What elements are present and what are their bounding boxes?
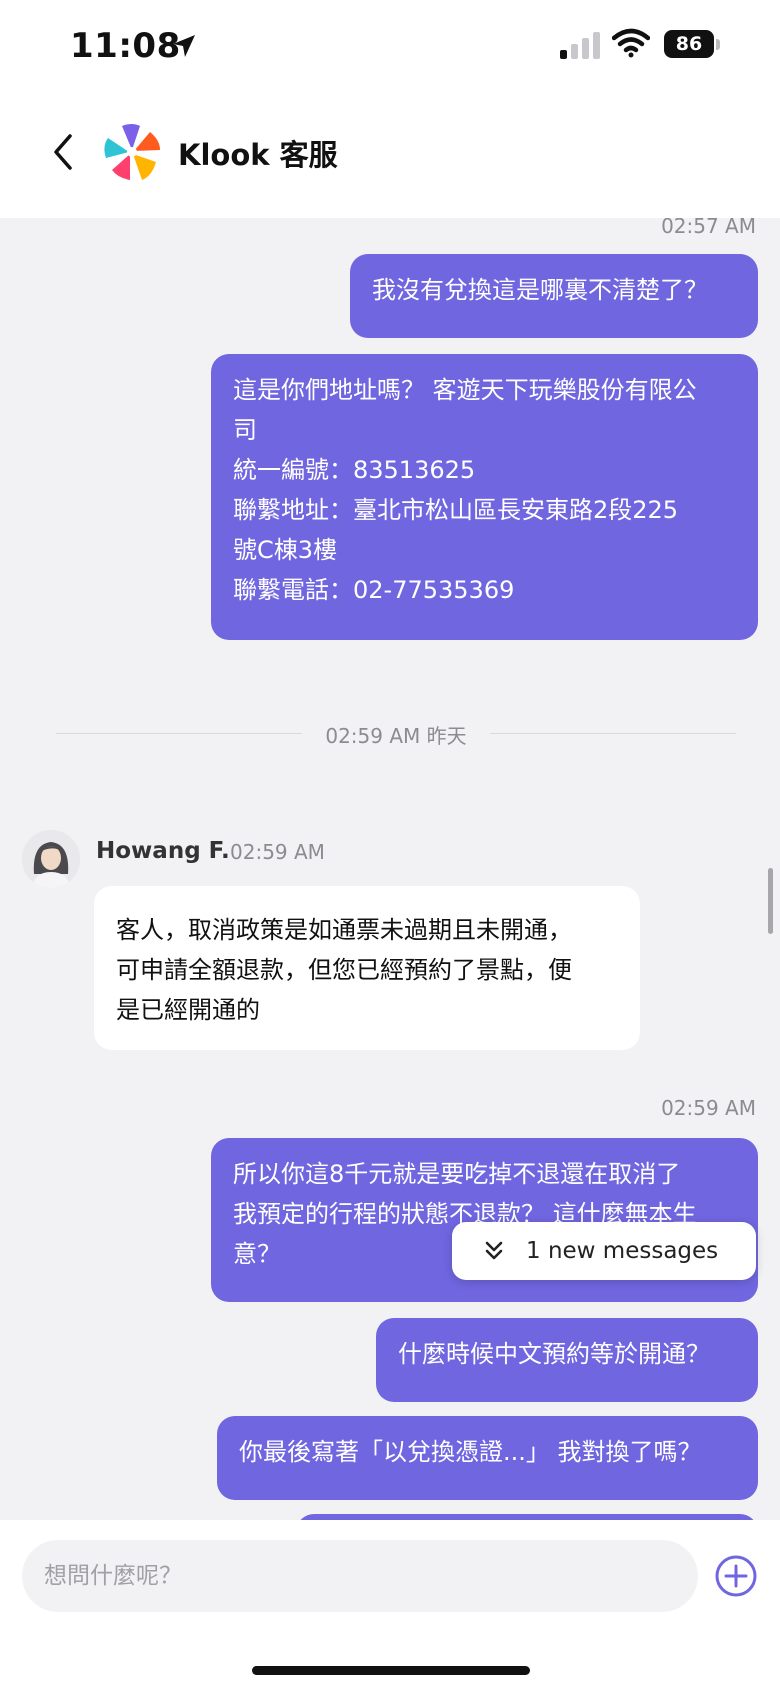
wifi-icon xyxy=(612,28,650,58)
new-messages-button[interactable]: 1 new messages xyxy=(452,1222,756,1280)
chat-messages[interactable]: 02:57 AM 我沒有兌換這是哪裏不清楚了？ 這是你們地址嗎？ 客遊天下玩樂股… xyxy=(0,218,780,1520)
user-message[interactable]: 這是你們地址嗎？ 客遊天下玩樂股份有限公 司 統一編號：83513625 聯繫地… xyxy=(211,354,758,640)
agent-avatar-icon xyxy=(22,830,80,888)
agent-name: Howang F. xyxy=(96,838,230,864)
message-timestamp: 02:59 AM xyxy=(661,1096,756,1120)
date-divider: 02:59 AM 昨天 xyxy=(56,718,736,748)
chat-header: Klook 客服 xyxy=(0,96,780,218)
klook-logo-icon xyxy=(104,124,160,180)
chat-title: Klook 客服 xyxy=(178,138,338,172)
date-divider-label: 02:59 AM 昨天 xyxy=(325,724,467,748)
home-indicator xyxy=(252,1666,530,1675)
message-input[interactable] xyxy=(22,1540,698,1612)
status-bar: 11:08 86 xyxy=(0,0,780,96)
composer xyxy=(0,1520,780,1687)
agent-message[interactable]: 客人，取消政策是如通票未過期且未開通， 可申請全額退款，但您已經預約了景點，便 … xyxy=(94,886,640,1050)
user-message[interactable]: 你最後寫著「以兌換憑證...」 我對換了嗎？ xyxy=(217,1416,758,1500)
avatar xyxy=(22,830,80,888)
status-time: 11:08 xyxy=(70,26,181,66)
plus-circle-icon[interactable] xyxy=(714,1554,758,1598)
battery-icon: 86 xyxy=(664,30,722,60)
location-arrow-icon xyxy=(173,35,195,57)
message-timestamp: 02:57 AM xyxy=(661,218,756,238)
battery-level: 86 xyxy=(664,30,714,58)
message-timestamp: 02:59 AM xyxy=(230,840,325,864)
user-message[interactable]: 我沒有兌換這是哪裏不清楚了？ xyxy=(350,254,758,338)
back-chevron-icon[interactable] xyxy=(48,132,78,172)
double-chevron-down-icon xyxy=(485,1241,503,1260)
scrollbar[interactable] xyxy=(768,868,773,934)
user-message[interactable]: 什麼時候中文預約等於開通？ xyxy=(376,1318,758,1402)
signal-icon xyxy=(560,32,600,59)
new-messages-label: 1 new messages xyxy=(526,1238,719,1264)
